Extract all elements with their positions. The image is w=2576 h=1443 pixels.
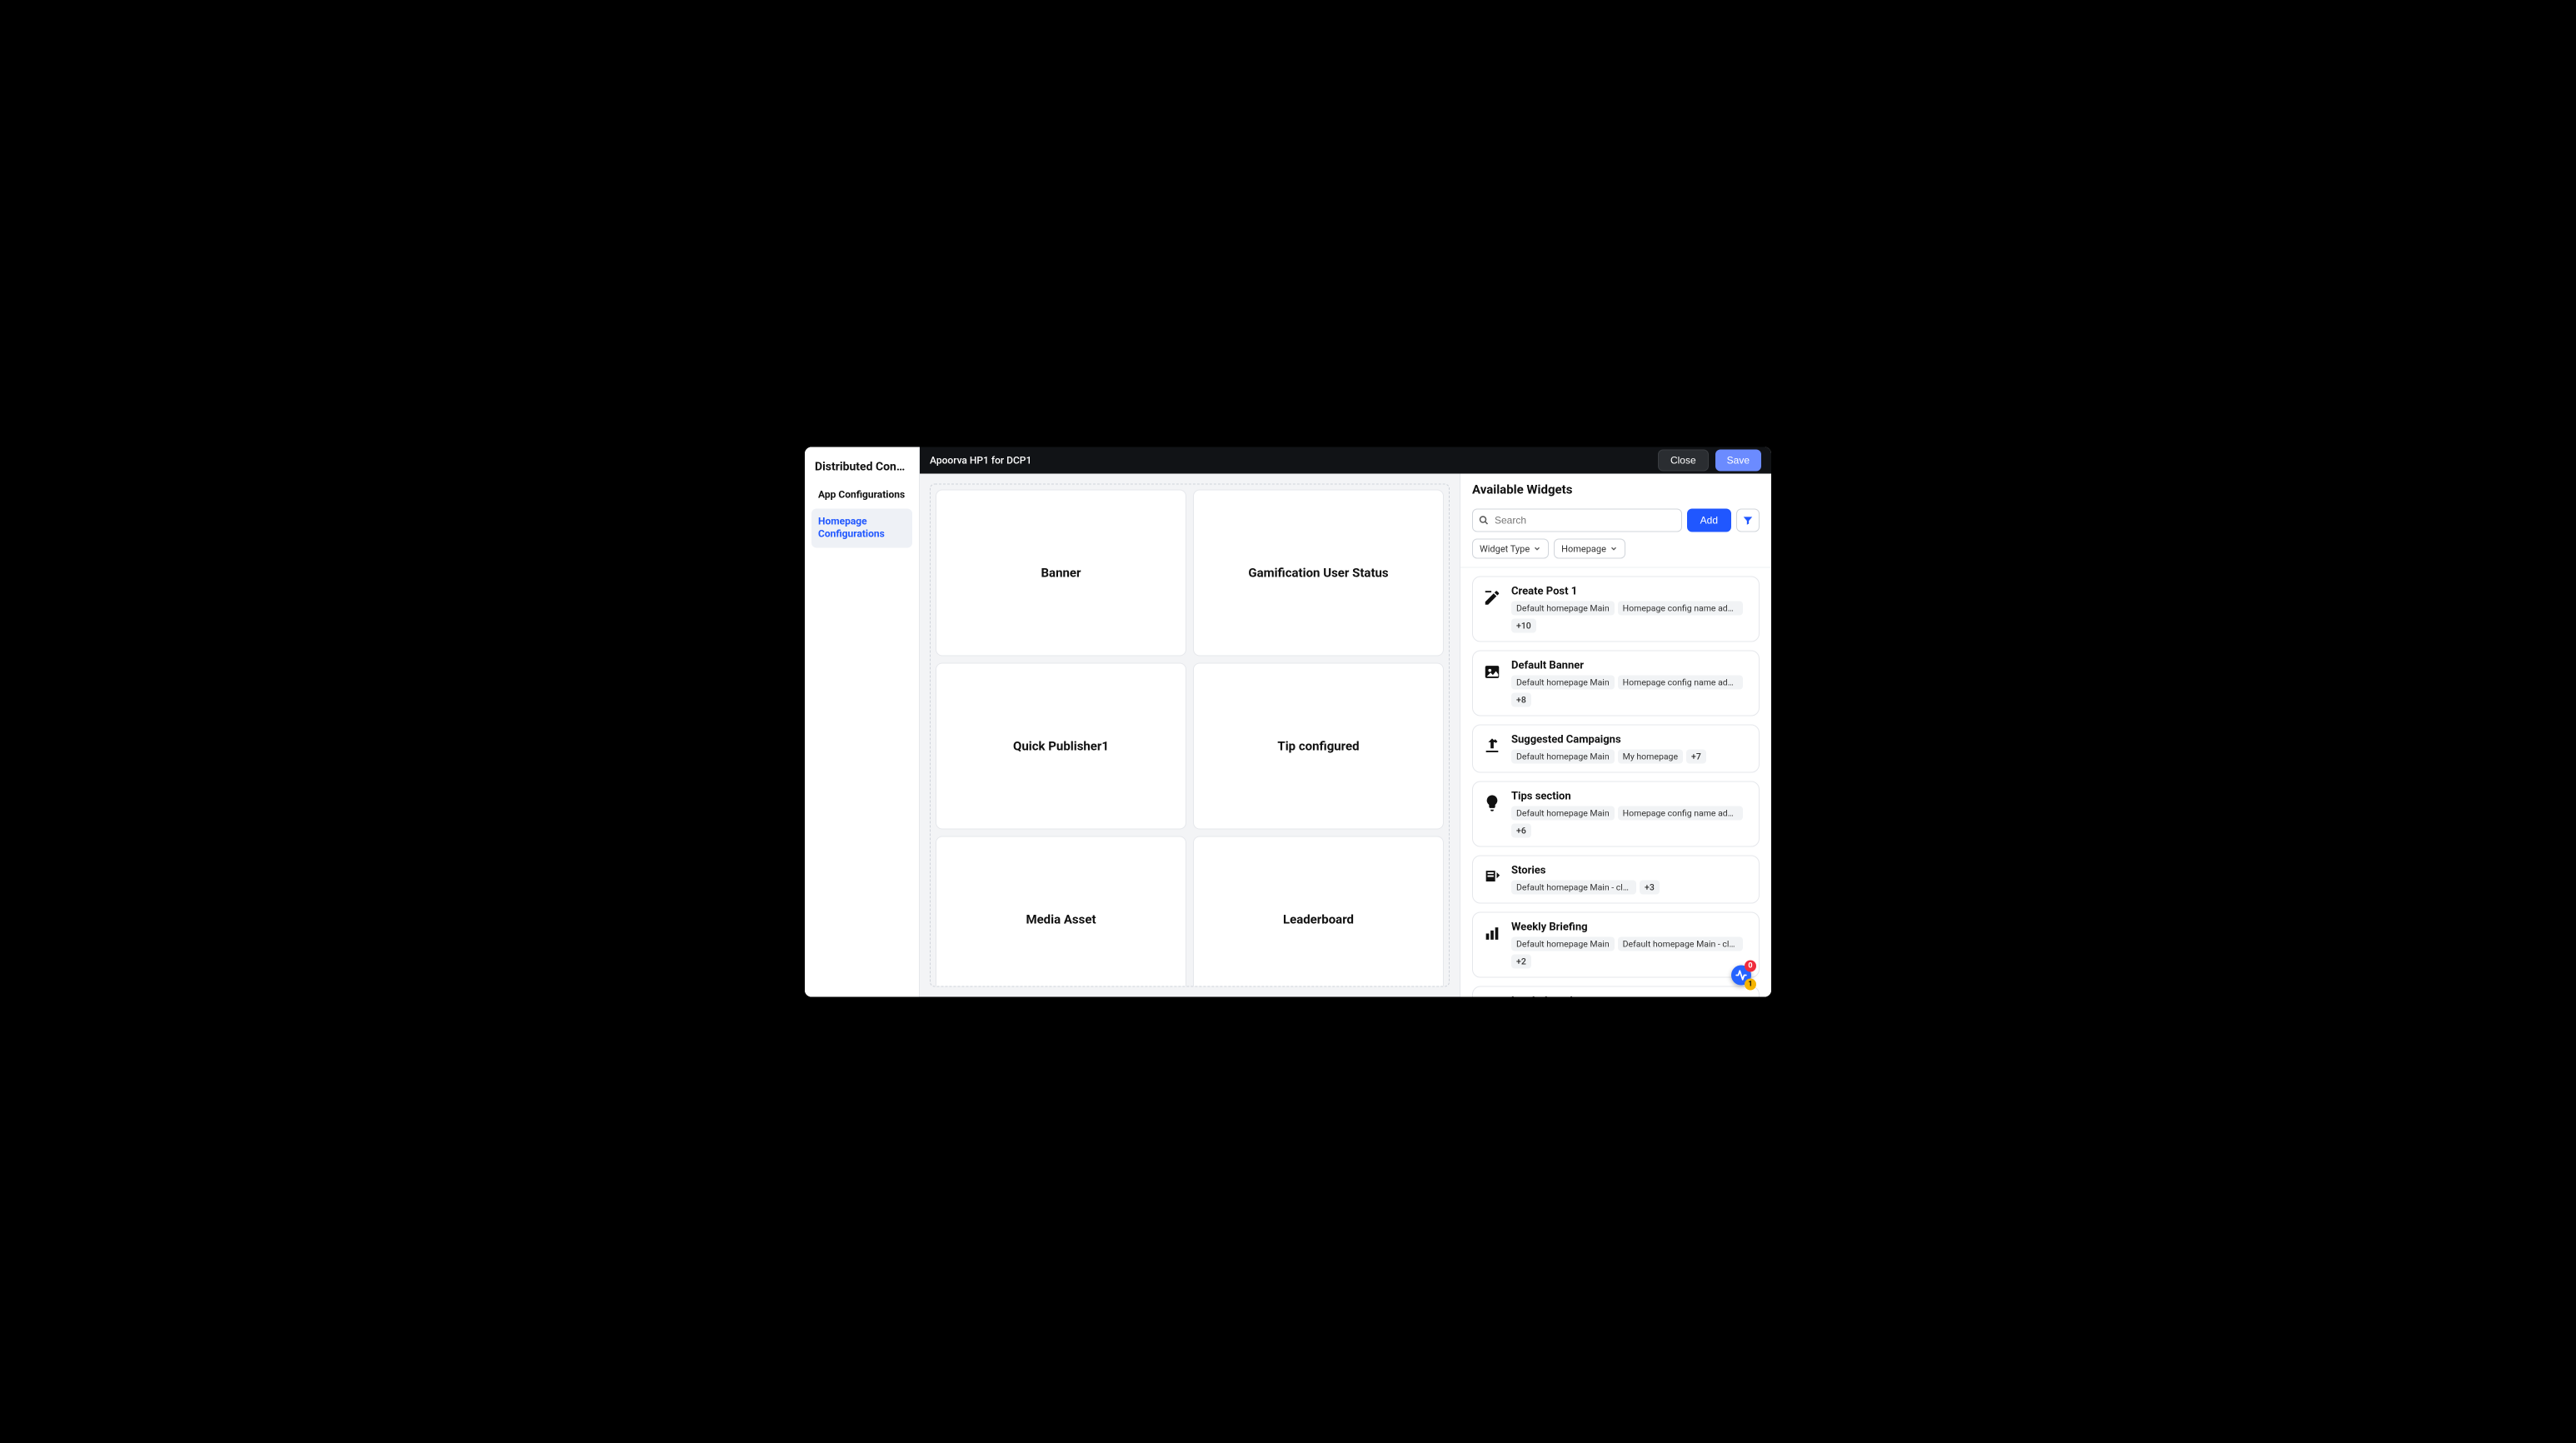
widget-tags: Default homepage MainHomepage config nam… (1511, 676, 1749, 707)
widget-tag: Default homepage Main (1511, 750, 1615, 764)
page-title: Apoorva HP1 for DCP1 (930, 455, 1651, 467)
canvas-cell[interactable]: Quick Publisher1 (936, 663, 1186, 830)
widget-body: Suggested Campaigns Default homepage Main… (1511, 734, 1749, 764)
widget-tags: Default homepage Main - clone +3 (1511, 881, 1749, 895)
widget-tag: Default homepage Main (1511, 602, 1615, 616)
widget-tag: Homepage config name additi… (1618, 602, 1743, 616)
search-icon (1479, 516, 1489, 526)
widget-body: LeaderboardDefault homepage MainApoorva … (1511, 996, 1749, 997)
canvas-cell[interactable]: Gamification User Status (1193, 490, 1444, 657)
widget-card[interactable]: Stories Default homepage Main - clone +3 (1472, 856, 1760, 904)
widget-tag-more: +2 (1511, 955, 1531, 969)
canvas-grid: Banner Gamification User Status Quick Pu… (936, 490, 1444, 987)
search-input[interactable] (1472, 509, 1682, 532)
widget-body: Stories Default homepage Main - clone +3 (1511, 865, 1749, 895)
widget-name: Create Post 1 (1511, 586, 1749, 598)
close-button[interactable]: Close (1658, 450, 1709, 472)
widget-name: Stories (1511, 865, 1749, 877)
widget-type-label: Widget Type (1480, 543, 1530, 554)
filter-icon (1742, 515, 1754, 527)
widget-tags: Default homepage MainDefault homepage Ma… (1511, 937, 1749, 969)
widget-list[interactable]: Create Post 1Default homepage MainHomepa… (1460, 568, 1771, 997)
main-panel: Apoorva HP1 for DCP1 Close Save Banner G… (920, 447, 1771, 997)
widget-tag: Default homepage Main (1511, 937, 1615, 951)
canvas-cell[interactable]: Media Asset (936, 836, 1186, 987)
widget-card[interactable]: Suggested Campaigns Default homepage Main… (1472, 725, 1760, 773)
activity-monitor-button[interactable]: 0 1 (1731, 966, 1751, 986)
widget-body: Create Post 1 Default homepage MainHomepa… (1511, 586, 1749, 633)
available-widgets-title: Available Widgets (1472, 482, 1760, 497)
widget-type-select[interactable]: Widget Type (1472, 539, 1549, 559)
add-button[interactable]: Add (1687, 509, 1731, 532)
layout-canvas[interactable]: Banner Gamification User Status Quick Pu… (930, 484, 1450, 987)
widget-tag: Default homepage Main (1511, 676, 1615, 690)
widget-tag: Default homepage Main - clone (1511, 881, 1636, 895)
canvas-cell[interactable]: Tip configured (1193, 663, 1444, 830)
widget-tag: My homepage (1618, 750, 1683, 764)
widget-tag-more: +10 (1511, 619, 1536, 633)
widget-tag: Homepage config name additi… (1618, 806, 1743, 821)
widget-tag-more: +8 (1511, 693, 1531, 707)
widget-tags: Default homepage MainHomepage config nam… (1511, 806, 1749, 838)
content-row: Banner Gamification User Status Quick Pu… (920, 474, 1771, 997)
sidebar: Distributed Config… App Configurations H… (805, 447, 920, 997)
widget-body: Weekly Briefing Default homepage MainDefa… (1511, 921, 1749, 969)
sidebar-title: Distributed Config… (811, 457, 912, 482)
activity-icon (1735, 970, 1747, 981)
image-icon (1483, 663, 1501, 682)
chevron-down-icon (1533, 545, 1541, 553)
rp-header: Available Widgets (1460, 474, 1771, 502)
available-widgets-panel: Available Widgets Add (1460, 474, 1771, 997)
activity-badge-warnings: 1 (1745, 979, 1756, 991)
story-icon (1483, 868, 1501, 886)
topbar: Apoorva HP1 for DCP1 Close Save (920, 447, 1771, 474)
widget-card[interactable]: Tips section Default homepage MainHomepag… (1472, 781, 1760, 847)
compose-icon (1483, 589, 1501, 607)
homepage-label: Homepage (1561, 543, 1606, 554)
chevron-down-icon (1610, 545, 1618, 553)
search-wrap (1472, 509, 1682, 532)
widget-name: Leaderboard (1511, 996, 1749, 997)
widget-tag: Default homepage Main - clone (1618, 937, 1743, 951)
activity-badge-errors: 0 (1745, 961, 1756, 972)
barchart-icon (1483, 925, 1501, 943)
widget-card[interactable]: Weekly Briefing Default homepage MainDefa… (1472, 912, 1760, 978)
widget-name: Suggested Campaigns (1511, 734, 1749, 746)
rp-controls: Add Widget Type Homepage (1460, 502, 1771, 568)
widget-tag-more: +7 (1686, 750, 1706, 764)
widget-card[interactable]: Default Banner Default homepage MainHomep… (1472, 651, 1760, 717)
filter-button[interactable] (1736, 509, 1760, 532)
widget-card[interactable]: Create Post 1 Default homepage MainHomepa… (1472, 577, 1760, 642)
sidebar-item-homepage-configurations[interactable]: Homepage Configurations (811, 508, 912, 547)
widget-tag: Default homepage Main (1511, 806, 1615, 821)
lightbulb-icon (1483, 794, 1501, 812)
app-window: Distributed Config… App Configurations H… (805, 447, 1771, 997)
widget-name: Default Banner (1511, 660, 1749, 672)
canvas-wrap: Banner Gamification User Status Quick Pu… (920, 474, 1460, 997)
upload-icon (1483, 737, 1501, 756)
widget-tags: Default homepage MainMy homepage+7 (1511, 750, 1749, 764)
widget-tag: Homepage config name additi… (1618, 676, 1743, 690)
widget-name: Tips section (1511, 791, 1749, 803)
canvas-cell[interactable]: Banner (936, 490, 1186, 657)
widget-tags: Default homepage MainHomepage config nam… (1511, 602, 1749, 633)
widget-name: Weekly Briefing (1511, 921, 1749, 934)
widget-tag-more: +6 (1511, 824, 1531, 838)
save-button[interactable]: Save (1715, 450, 1761, 472)
widget-card[interactable]: LeaderboardDefault homepage MainApoorva … (1472, 986, 1760, 997)
widget-tag-more: +3 (1640, 881, 1660, 895)
canvas-cell[interactable]: Leaderboard (1193, 836, 1444, 987)
widget-body: Tips section Default homepage MainHomepag… (1511, 791, 1749, 838)
homepage-select[interactable]: Homepage (1554, 539, 1625, 559)
sidebar-item-app-configurations[interactable]: App Configurations (811, 482, 912, 509)
widget-body: Default Banner Default homepage MainHomep… (1511, 660, 1749, 707)
